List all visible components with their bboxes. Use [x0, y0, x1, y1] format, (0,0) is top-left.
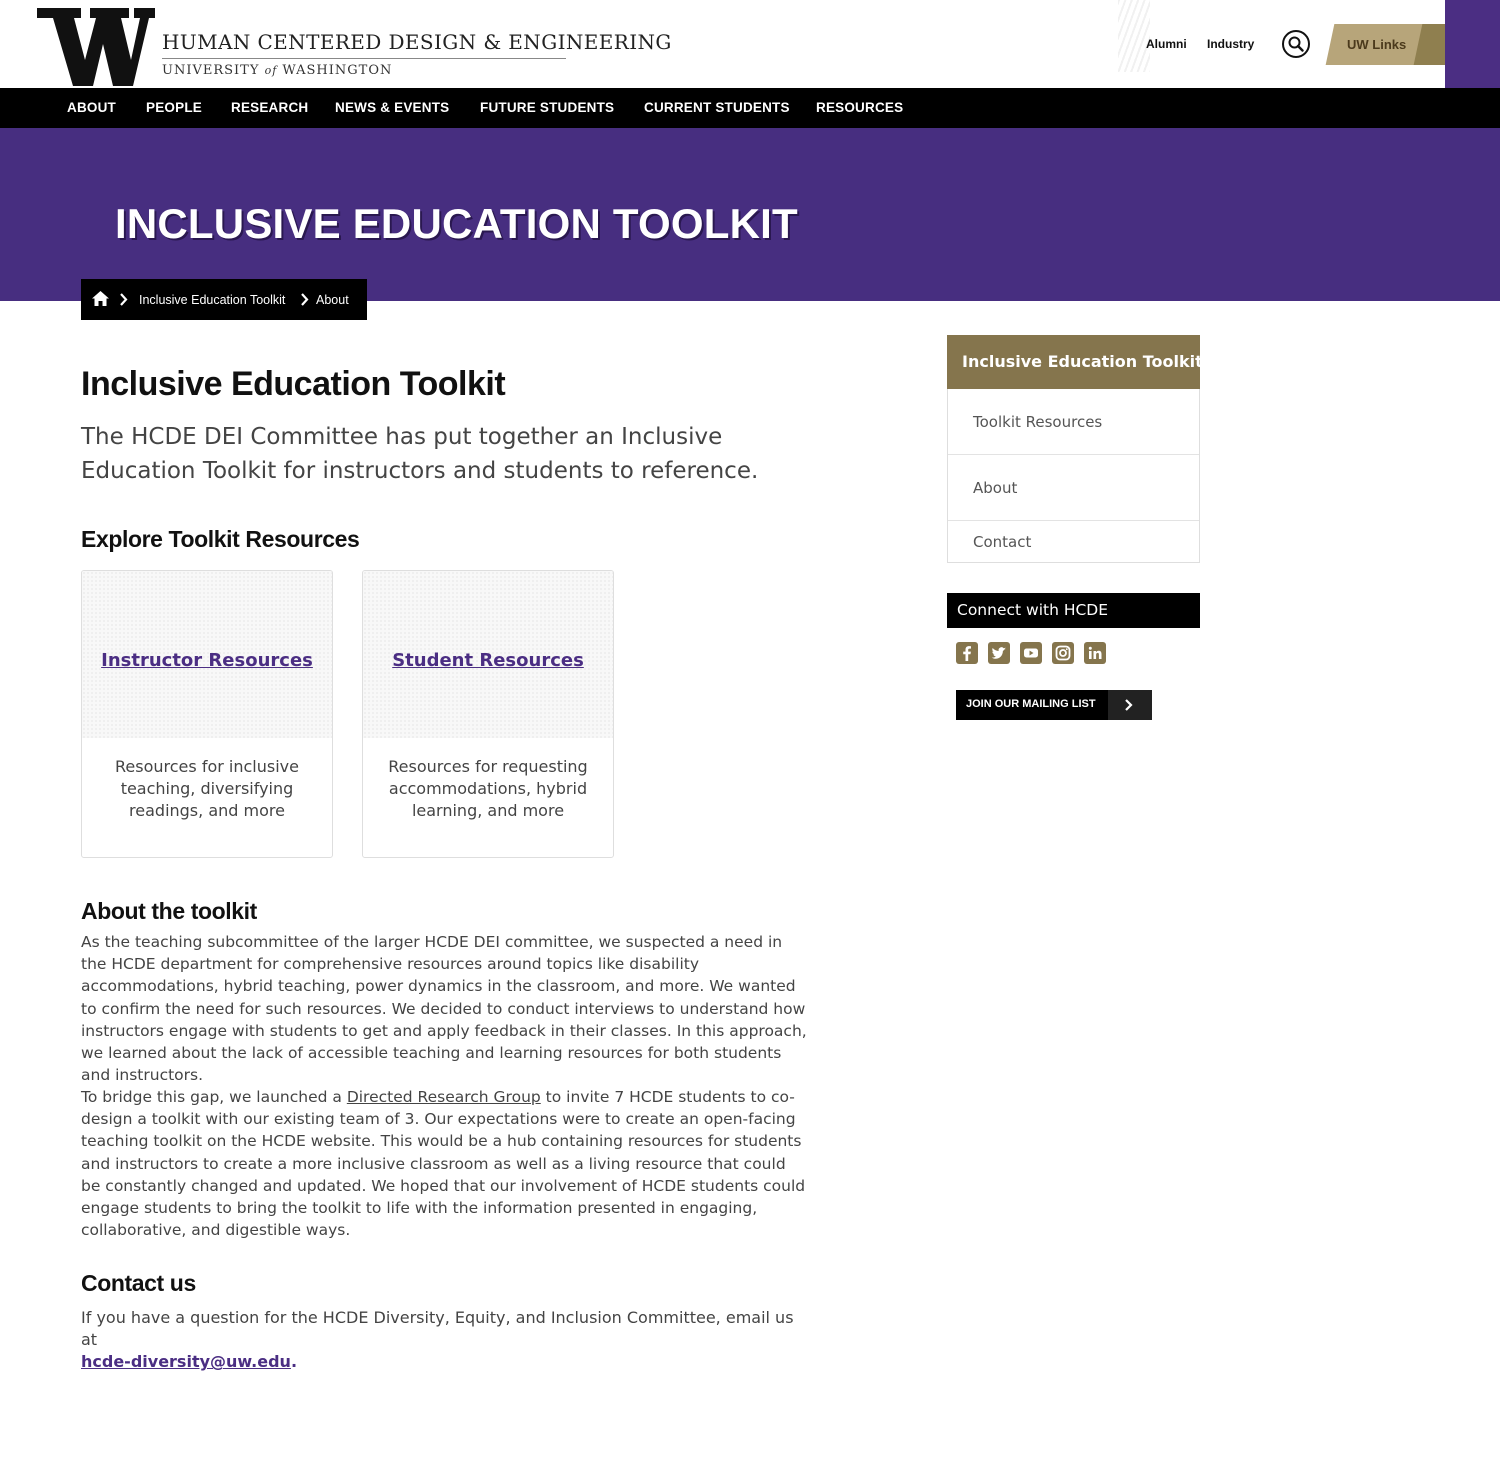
lead-paragraph: The HCDE DEI Committee has put together … — [81, 424, 759, 484]
about-paragraph-1: As the teaching subcommittee of the larg… — [81, 933, 807, 1085]
nav-current-students[interactable]: CURRENT STUDENTS — [644, 100, 790, 115]
contact-paragraph: If you have a question for the HCDE Dive… — [81, 1308, 794, 1372]
instructor-resources-link[interactable]: Instructor Resources — [82, 650, 332, 671]
nav-about[interactable]: ABOUT — [67, 100, 116, 115]
about-paragraph-2: To bridge this gap, we launched a Direct… — [81, 1088, 806, 1240]
facebook-icon[interactable] — [956, 642, 978, 664]
nav-news-events[interactable]: NEWS & EVENTS — [335, 100, 449, 115]
chevron-right-icon — [301, 293, 309, 306]
chevron-right-icon — [1125, 699, 1133, 711]
sidebar-heading[interactable]: Inclusive Education Toolkit — [947, 335, 1203, 389]
mailing-list-label: JOIN OUR MAILING LIST — [966, 698, 1096, 710]
hero-banner: INCLUSIVE EDUCATION TOOLKIT — [0, 128, 1500, 301]
youtube-icon[interactable] — [1020, 642, 1042, 664]
chevron-right-icon — [120, 293, 128, 306]
card-description: Resources for inclusive teaching, divers… — [115, 757, 299, 820]
nav-people[interactable]: PEOPLE — [146, 100, 202, 115]
department-name[interactable]: HUMAN CENTERED DESIGN & ENGINEERING — [162, 30, 672, 54]
instructor-resources-card[interactable]: Instructor Resources Resources for inclu… — [81, 570, 333, 858]
breadcrumb-toolkit-link[interactable]: Inclusive Education Toolkit — [139, 293, 285, 307]
sidebar-item-toolkit-resources[interactable]: Toolkit Resources — [948, 389, 1199, 455]
nav-resources[interactable]: RESOURCES — [816, 100, 903, 115]
sidebar-item-label: Contact — [973, 533, 1032, 551]
header-purple-accent — [1445, 0, 1500, 88]
join-mailing-list-button[interactable]: JOIN OUR MAILING LIST — [956, 690, 1152, 720]
twitter-icon[interactable] — [988, 642, 1010, 664]
sidebar-heading-label: Inclusive Education Toolkit — [962, 352, 1203, 371]
sidebar-item-contact[interactable]: Contact — [948, 521, 1199, 562]
main-nav: ABOUT PEOPLE RESEARCH NEWS & EVENTS FUTU… — [0, 88, 1500, 128]
mailing-arrow-area — [1108, 690, 1152, 720]
decorative-stripes — [1118, 0, 1150, 72]
page-title: Inclusive Education Toolkit — [81, 365, 506, 403]
nav-future-students[interactable]: FUTURE STUDENTS — [480, 100, 614, 115]
university-name[interactable]: UNIVERSITY of WASHINGTON — [162, 63, 392, 78]
explore-heading: Explore Toolkit Resources — [81, 526, 360, 552]
search-button[interactable] — [1282, 30, 1310, 58]
breadcrumb-current: About — [316, 293, 349, 307]
alumni-link[interactable]: Alumni — [1146, 37, 1187, 51]
sidebar-item-label: About — [973, 479, 1018, 497]
uw-links-label[interactable]: UW Links — [1347, 37, 1406, 52]
industry-link[interactable]: Industry — [1207, 37, 1254, 51]
home-icon[interactable] — [92, 291, 109, 306]
search-icon — [1288, 36, 1304, 52]
uw-logo-icon[interactable] — [37, 8, 155, 86]
breadcrumb: Inclusive Education Toolkit About — [81, 279, 367, 320]
contact-heading: Contact us — [81, 1270, 196, 1296]
connect-heading: Connect with HCDE — [947, 593, 1200, 628]
card-description: Resources for requesting accommodations,… — [388, 757, 588, 820]
directed-research-group-link[interactable]: Directed Research Group — [347, 1088, 541, 1106]
student-resources-link[interactable]: Student Resources — [363, 650, 613, 671]
sidebar-item-label: Toolkit Resources — [973, 413, 1103, 431]
sidebar-nav: Inclusive Education Toolkit Toolkit Reso… — [947, 335, 1203, 563]
logo-divider — [162, 58, 566, 59]
site-header: HUMAN CENTERED DESIGN & ENGINEERING UNIV… — [0, 0, 1500, 88]
student-resources-card[interactable]: Student Resources Resources for requesti… — [362, 570, 614, 858]
instagram-icon[interactable] — [1052, 642, 1074, 664]
contact-email-link[interactable]: hcde-diversity@uw.edu — [81, 1352, 291, 1371]
linkedin-icon[interactable] — [1084, 642, 1106, 664]
nav-research[interactable]: RESEARCH — [231, 100, 308, 115]
hero-title: INCLUSIVE EDUCATION TOOLKIT — [115, 200, 798, 247]
sidebar-item-about[interactable]: About — [948, 455, 1199, 521]
connect-label: Connect with HCDE — [957, 601, 1109, 619]
about-heading: About the toolkit — [81, 898, 257, 924]
